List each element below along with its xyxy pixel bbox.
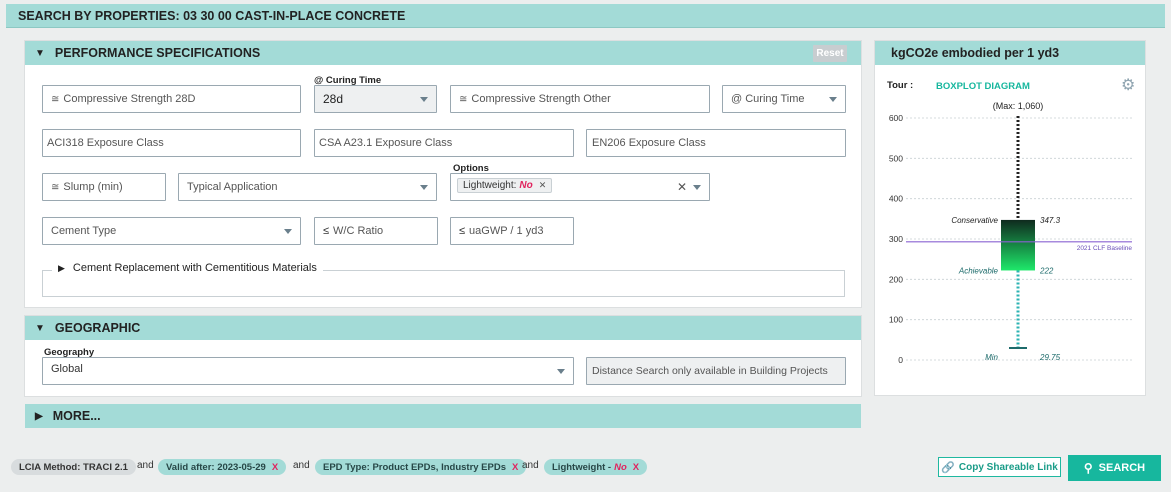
approx-equal-icon: ≅ [51, 181, 60, 193]
tour-label: Tour : [887, 80, 914, 91]
achievable-label: Achievable [958, 266, 999, 275]
geography-select[interactable]: Global [42, 357, 574, 385]
chevron-down-icon [284, 229, 292, 234]
compressive-strength-28d-input[interactable]: ≅ Compressive Strength 28D [42, 85, 301, 113]
caret-down-icon: ▼ [35, 322, 45, 334]
chevron-down-icon [557, 369, 565, 374]
min-label: Min [985, 353, 998, 362]
remove-filter-icon[interactable]: X [512, 462, 518, 473]
slump-input[interactable]: ≅ Slump (min) [42, 173, 166, 201]
link-icon: 🔗 [941, 461, 955, 474]
cement-replacement-toggle[interactable]: ▶ Cement Replacement with Cementitious M… [52, 262, 323, 274]
page-title: SEARCH BY PROPERTIES: 03 30 00 CAST-IN-P… [18, 8, 406, 23]
caret-right-icon: ▶ [35, 410, 43, 422]
min-value: 29.75 [1039, 353, 1061, 362]
clear-icon[interactable]: ✕ [677, 180, 687, 194]
boxplot-header: kgCO2e embodied per 1 yd3 [875, 41, 1145, 65]
filter-pill-valid-after: Valid after: 2023-05-29 X [158, 459, 287, 475]
less-equal-icon: ≤ [459, 225, 466, 237]
achievable-value: 222 [1039, 266, 1054, 275]
conservative-label: Conservative [951, 216, 998, 225]
y-tick-label: 0 [898, 355, 903, 365]
filter-pill-lcia: LCIA Method: TRACI 2.1 [11, 459, 136, 475]
y-tick-label: 600 [889, 113, 903, 123]
y-tick-label: 400 [889, 194, 903, 204]
and-text: and [522, 460, 539, 471]
chip-close-icon[interactable]: ✕ [539, 180, 547, 191]
search-button[interactable]: ⚲ SEARCH [1068, 455, 1161, 481]
chevron-down-icon [420, 185, 428, 190]
copy-shareable-link-button[interactable]: 🔗 Copy Shareable Link [938, 457, 1061, 477]
performance-section-header[interactable]: ▼ PERFORMANCE SPECIFICATIONS Reset [25, 41, 861, 65]
boxplot-diagram-link[interactable]: BOXPLOT DIAGRAM [936, 81, 1030, 92]
curing-time-other-select[interactable]: @ Curing Time [722, 85, 846, 113]
lightweight-option-chip: Lightweight: No ✕ [457, 178, 553, 193]
approx-equal-icon: ≅ [459, 93, 468, 105]
typical-application-select[interactable]: Typical Application [178, 173, 437, 201]
en206-exposure-input[interactable]: EN206 Exposure Class [586, 129, 846, 157]
remove-filter-icon[interactable]: X [272, 462, 278, 473]
curing-time-select[interactable]: 28d [314, 85, 437, 113]
reset-button[interactable]: Reset [813, 45, 847, 62]
cement-type-select[interactable]: Cement Type [42, 217, 301, 245]
chevron-down-icon [693, 185, 701, 190]
wc-ratio-input[interactable]: ≤ W/C Ratio [314, 217, 438, 245]
y-tick-label: 500 [889, 153, 903, 163]
options-multiselect[interactable]: Lightweight: No ✕ ✕ [450, 173, 710, 201]
compressive-strength-other-input[interactable]: ≅ Compressive Strength Other [450, 85, 710, 113]
and-text: and [293, 460, 310, 471]
y-tick-labels: 600 500 400 300 200 100 0 [889, 113, 903, 365]
conservative-value: 347.3 [1040, 216, 1061, 225]
filter-pill-lightweight: Lightweight - No X [544, 459, 648, 475]
more-section-title: MORE... [52, 409, 101, 423]
caret-right-icon: ▶ [58, 262, 65, 273]
approx-equal-icon: ≅ [51, 93, 60, 105]
y-tick-label: 200 [889, 274, 903, 284]
interquartile-box [1001, 219, 1035, 271]
performance-section-title: PERFORMANCE SPECIFICATIONS [54, 46, 261, 60]
caret-down-icon: ▼ [35, 47, 45, 59]
ua-gwp-input[interactable]: ≤ uaGWP / 1 yd3 [450, 217, 574, 245]
cement-replacement-box [42, 270, 845, 297]
csa-exposure-input[interactable]: CSA A23.1 Exposure Class [314, 129, 574, 157]
more-section-header[interactable]: ▶ MORE... [25, 404, 861, 428]
filter-pill-epd-type: EPD Type: Product EPDs, Industry EPDs X [315, 459, 527, 475]
aci318-exposure-input[interactable]: ACI318 Exposure Class [42, 129, 301, 157]
boxplot-chart: 600 500 400 300 200 100 0 (Max: 1,060) Conserv… [889, 101, 1133, 365]
boxplot-title: kgCO2e embodied per 1 yd3 [891, 46, 1060, 60]
y-tick-label: 100 [889, 315, 903, 325]
geographic-section-title: GEOGRAPHIC [54, 321, 141, 335]
less-equal-icon: ≤ [323, 225, 330, 237]
y-tick-label: 300 [889, 234, 903, 244]
chevron-down-icon [420, 97, 428, 102]
max-label: (Max: 1,060) [993, 101, 1044, 111]
search-icon: ⚲ [1083, 461, 1093, 475]
geographic-section-header[interactable]: ▼ GEOGRAPHIC [25, 316, 861, 340]
baseline-label: 2021 CLF Baseline [1077, 245, 1133, 252]
remove-filter-icon[interactable]: X [633, 462, 639, 473]
gear-icon[interactable]: ⚙ [1121, 75, 1135, 95]
page-title-bar: SEARCH BY PROPERTIES: 03 30 00 CAST-IN-P… [6, 4, 1165, 28]
distance-search-note: Distance Search only available in Buildi… [586, 357, 846, 385]
chevron-down-icon [829, 97, 837, 102]
and-text: and [137, 460, 154, 471]
